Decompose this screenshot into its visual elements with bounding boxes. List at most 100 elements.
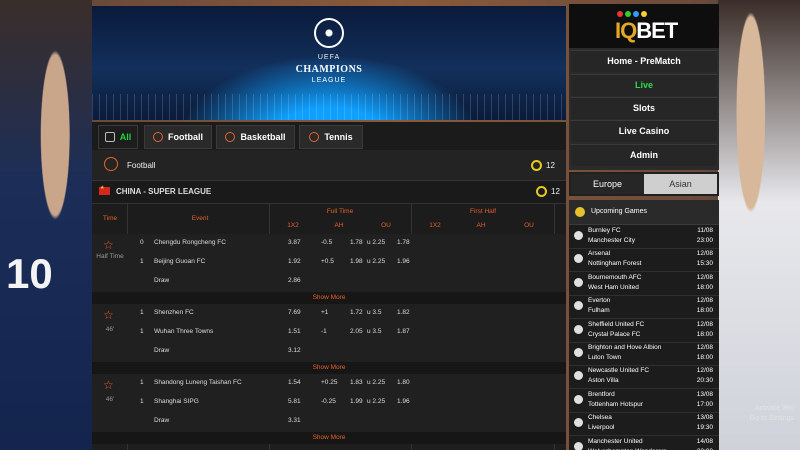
football-icon bbox=[574, 301, 583, 311]
match-card[interactable]: ☆ 46' 1 Shenzhen FC 7.69 +1 1.72 u 3.5 1… bbox=[92, 304, 566, 362]
col-event: Event bbox=[191, 215, 209, 222]
ah-odd[interactable]: 1.72 bbox=[350, 309, 363, 316]
upcoming-games-panel: Upcoming Games Burnley FC Manchester City… bbox=[569, 200, 719, 450]
odd-1x2[interactable]: 1.54 bbox=[288, 379, 301, 386]
upcoming-game-row[interactable]: Brighton and Hove Albion Luton Town 12/08 1… bbox=[569, 342, 719, 366]
home-team: Manchester United bbox=[588, 437, 643, 445]
game-date: 13/08 bbox=[696, 414, 713, 422]
team-name: Shanghai SIPG bbox=[154, 398, 199, 405]
sport-header[interactable]: Football 12 bbox=[92, 150, 566, 181]
upcoming-game-row[interactable]: Bournemouth AFC West Ham United 12/08 18:00 bbox=[569, 272, 719, 296]
odd-draw[interactable]: 3.31 bbox=[288, 417, 301, 424]
banner-line-2: CHAMPIONS bbox=[295, 64, 363, 75]
toggle-europe[interactable]: Europe bbox=[571, 174, 644, 194]
away-team: Luton Town bbox=[588, 354, 622, 361]
team-row: 1 Shanghai SIPG 5.81 -0.25 1.99 u 2.25 1… bbox=[92, 393, 566, 412]
champions-league-banner[interactable]: UEFA CHAMPIONS LEAGUE bbox=[92, 6, 566, 120]
sport-label: Football bbox=[127, 161, 156, 170]
col-first-half: First Half bbox=[470, 208, 496, 215]
col-time: Time bbox=[102, 215, 118, 222]
logo-text: IQBET bbox=[615, 18, 678, 44]
ou-odd[interactable]: 1.96 bbox=[397, 258, 410, 265]
football-icon bbox=[574, 418, 583, 428]
game-date: 12/08 bbox=[696, 297, 713, 305]
iqbet-logo[interactable]: IQBET bbox=[569, 4, 719, 48]
football-icon bbox=[574, 324, 583, 334]
upcoming-game-row[interactable]: Burnley FC Manchester City 11/08 23:00 bbox=[569, 225, 719, 249]
away-team: Fulham bbox=[588, 307, 610, 315]
football-icon bbox=[104, 157, 118, 171]
col-fh-ah: AH bbox=[476, 222, 486, 229]
upcoming-title: Upcoming Games bbox=[591, 208, 648, 215]
football-icon bbox=[574, 277, 583, 287]
draw-row: Draw 2.86 bbox=[92, 272, 566, 291]
ah-odd[interactable]: 1.98 bbox=[350, 258, 363, 265]
game-date: 11/08 bbox=[697, 227, 713, 234]
draw-row: Draw 3.31 bbox=[92, 412, 566, 431]
upcoming-game-row[interactable]: Sheffield United FC Crystal Palace FC 12/0… bbox=[569, 319, 719, 343]
odd-1x2[interactable]: 1.51 bbox=[288, 328, 301, 335]
home-team: Arsenal bbox=[588, 250, 611, 258]
upcoming-game-row[interactable]: Newcastle United FC Aston Villa 12/08 20:30 bbox=[569, 365, 719, 390]
away-team: Aston Villa bbox=[588, 377, 619, 385]
ah-odd[interactable]: 2.05 bbox=[350, 328, 363, 335]
team-row: 1 Wuhan Three Towns 1.51 -1 2.05 u 3.5 1… bbox=[92, 323, 566, 342]
ou-odd[interactable]: 1.96 bbox=[397, 398, 410, 405]
ah-line: -1 bbox=[321, 328, 327, 335]
ou-odd[interactable]: 1.87 bbox=[397, 328, 410, 335]
odd-draw[interactable]: 3.12 bbox=[288, 347, 301, 354]
ah-odd[interactable]: 1.99 bbox=[350, 398, 363, 405]
upcoming-game-row[interactable]: Everton Fulham 12/08 18:00 bbox=[569, 295, 719, 320]
show-more-link[interactable]: Show More bbox=[92, 292, 566, 304]
tab-tennis[interactable]: Tennis bbox=[299, 125, 363, 149]
tab-all[interactable]: All bbox=[98, 125, 138, 149]
show-more-link[interactable]: Show More bbox=[92, 362, 566, 374]
match-card[interactable]: ☆ Half Time 0 Chengdu Rongcheng FC 3.87 … bbox=[92, 234, 566, 292]
col-ft-ah: AH bbox=[334, 222, 344, 229]
upcoming-game-row[interactable]: Chelsea Liverpool 13/08 19:30 bbox=[569, 412, 719, 437]
game-date: 12/08 bbox=[696, 250, 713, 258]
home-team: Chelsea bbox=[588, 414, 612, 422]
upcoming-game-row[interactable]: Arsenal Nottingham Forest 12/08 15:30 bbox=[569, 248, 719, 273]
ah-odd[interactable]: 1.78 bbox=[350, 239, 363, 246]
score: 1 bbox=[140, 398, 144, 405]
ou-odd[interactable]: 1.78 bbox=[397, 239, 410, 246]
ou-odd[interactable]: 1.82 bbox=[397, 309, 410, 316]
logo-bet: BET bbox=[636, 18, 678, 43]
league-header[interactable]: CHINA - SUPER LEAGUE 12 bbox=[92, 181, 566, 204]
team-name: Shenzhen FC bbox=[154, 309, 194, 316]
nav-admin[interactable]: Admin bbox=[571, 144, 717, 166]
ah-odd[interactable]: 1.83 bbox=[350, 379, 363, 386]
away-team: Manchester City bbox=[588, 237, 635, 244]
odd-draw[interactable]: 2.86 bbox=[288, 277, 301, 284]
away-team: Tottenham Hotspur bbox=[588, 400, 643, 408]
upcoming-game-row[interactable]: Manchester UnitedWolverhampton Wanderers… bbox=[569, 436, 719, 450]
football-icon bbox=[574, 441, 583, 450]
ou-odd[interactable]: 1.80 bbox=[397, 379, 410, 386]
tab-football[interactable]: Football bbox=[144, 125, 212, 149]
odd-1x2[interactable]: 5.81 bbox=[288, 398, 301, 405]
region-toggle: Europe Asian bbox=[569, 172, 719, 196]
live-matches-panel: Football 12 CHINA - SUPER LEAGUE 12 Time… bbox=[92, 150, 566, 450]
game-time: 18:00 bbox=[696, 307, 713, 315]
nav-home-prematch[interactable]: Home - PreMatch bbox=[571, 50, 717, 72]
show-more-link[interactable]: Show More bbox=[92, 432, 566, 444]
game-time: 15:30 bbox=[696, 260, 713, 268]
nav-live-casino[interactable]: Live Casino bbox=[571, 120, 717, 142]
toggle-asian[interactable]: Asian bbox=[644, 174, 717, 194]
team-row: 1 Shandong Luneng Taishan FC 1.54 +0.25 … bbox=[92, 374, 566, 393]
tab-basketball[interactable]: Basketball bbox=[216, 125, 295, 149]
team-name: Chengdu Rongcheng FC bbox=[154, 239, 226, 246]
upcoming-game-row[interactable]: Brentford Tottenham Hotspur 13/08 17:00 bbox=[569, 389, 719, 413]
odd-1x2[interactable]: 7.69 bbox=[288, 309, 301, 316]
odd-1x2[interactable]: 1.92 bbox=[288, 258, 301, 265]
match-card[interactable]: ☆ 46' 1 Shandong Luneng Taishan FC 1.54 … bbox=[92, 374, 566, 432]
score: 1 bbox=[140, 328, 144, 335]
game-time: 18:00 bbox=[696, 283, 713, 291]
nav-live[interactable]: Live bbox=[571, 74, 717, 96]
nav-slots[interactable]: Slots bbox=[571, 97, 717, 119]
calendar-ball-icon bbox=[575, 207, 585, 217]
football-icon bbox=[574, 254, 583, 264]
football-icon bbox=[574, 231, 583, 240]
odd-1x2[interactable]: 3.87 bbox=[288, 239, 301, 246]
